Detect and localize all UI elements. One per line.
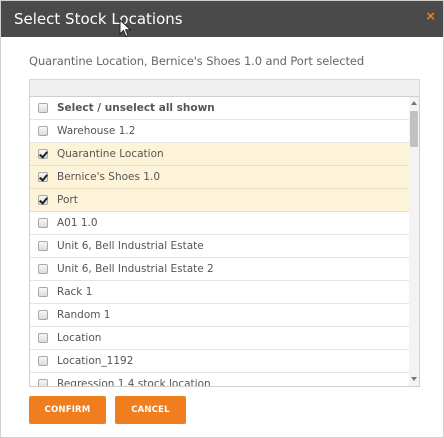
location-list[interactable]: Select / unselect all shown Warehouse 1.…: [29, 96, 420, 387]
location-row[interactable]: Bernice's Shoes 1.0: [30, 166, 410, 189]
location-label: Port: [57, 194, 78, 206]
location-row[interactable]: Quarantine Location: [30, 143, 410, 166]
scroll-down-icon[interactable]: [411, 377, 417, 381]
checkbox[interactable]: [38, 287, 48, 297]
location-row[interactable]: Unit 6, Bell Industrial Estate: [30, 235, 410, 258]
location-rows: Select / unselect all shown Warehouse 1.…: [30, 97, 410, 387]
location-label: Warehouse 1.2: [57, 125, 136, 137]
location-label: Unit 6, Bell Industrial Estate: [57, 240, 204, 252]
location-row[interactable]: Rack 1: [30, 281, 410, 304]
select-all-row[interactable]: Select / unselect all shown: [30, 97, 410, 120]
location-label: Random 1: [57, 309, 111, 321]
confirm-button[interactable]: CONFIRM: [29, 396, 106, 424]
location-row[interactable]: Regression 1.4 stock location: [30, 373, 410, 387]
checkbox[interactable]: [38, 264, 48, 274]
scroll-up-icon[interactable]: [411, 101, 417, 105]
checkbox[interactable]: [38, 310, 48, 320]
location-label: Bernice's Shoes 1.0: [57, 171, 161, 183]
location-row[interactable]: Warehouse 1.2: [30, 120, 410, 143]
location-label: Rack 1: [57, 286, 93, 298]
filter-input[interactable]: [29, 79, 420, 96]
location-row[interactable]: Location_1192: [30, 350, 410, 373]
selection-summary: Quarantine Location, Bernice's Shoes 1.0…: [29, 54, 365, 68]
location-label: Regression 1.4 stock location: [57, 378, 211, 387]
dialog-title: Select Stock Locations: [14, 10, 183, 28]
checkbox[interactable]: [38, 126, 48, 136]
close-icon[interactable]: ×: [426, 8, 435, 26]
location-row[interactable]: Location: [30, 327, 410, 350]
location-row[interactable]: Unit 6, Bell Industrial Estate 2: [30, 258, 410, 281]
checkbox[interactable]: [38, 241, 48, 251]
checkbox[interactable]: [38, 379, 48, 386]
checkbox[interactable]: [38, 103, 48, 113]
location-label: A01 1.0: [57, 217, 98, 229]
select-all-label: Select / unselect all shown: [57, 102, 215, 114]
dialog-titlebar: Select Stock Locations ×: [1, 1, 443, 37]
location-row[interactable]: Random 1: [30, 304, 410, 327]
scrollbar-thumb[interactable]: [410, 111, 418, 147]
mouse-pointer-icon: [119, 19, 132, 38]
location-row[interactable]: A01 1.0: [30, 212, 410, 235]
location-row[interactable]: Port: [30, 189, 410, 212]
checkbox-checked[interactable]: [38, 172, 48, 182]
location-label: Quarantine Location: [57, 148, 164, 160]
checkbox-checked[interactable]: [38, 195, 48, 205]
cancel-button[interactable]: CANCEL: [115, 396, 186, 424]
location-label: Unit 6, Bell Industrial Estate 2: [57, 263, 214, 275]
select-stock-locations-dialog: Select Stock Locations × Quarantine Loca…: [0, 0, 444, 438]
checkbox-checked[interactable]: [38, 149, 48, 159]
checkbox[interactable]: [38, 333, 48, 343]
checkbox[interactable]: [38, 356, 48, 366]
location-label: Location_1192: [57, 355, 134, 367]
location-label: Location: [57, 332, 102, 344]
list-scrollbar[interactable]: [409, 97, 419, 386]
checkbox[interactable]: [38, 218, 48, 228]
